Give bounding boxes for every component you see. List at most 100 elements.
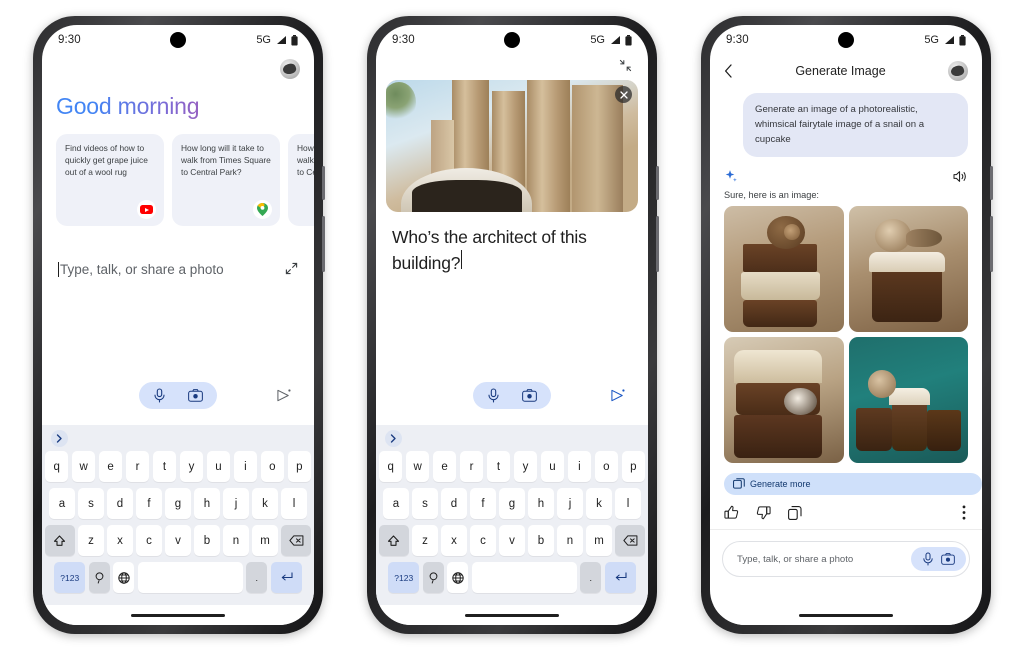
key-j[interactable]: j: [557, 488, 583, 519]
key-d[interactable]: d: [107, 488, 133, 519]
key-d[interactable]: d: [441, 488, 467, 519]
thumbs-up-icon[interactable]: [724, 505, 739, 520]
suggestion-card[interactable]: Find videos of how to quickly get grape …: [56, 134, 164, 226]
key-k[interactable]: k: [586, 488, 612, 519]
key-shift[interactable]: [45, 525, 75, 556]
suggestion-card[interactable]: How long will it take to walk from Times…: [288, 134, 314, 226]
avatar[interactable]: [280, 59, 300, 79]
generate-more-button[interactable]: Generate more: [724, 473, 982, 496]
key-w[interactable]: w: [71, 451, 96, 482]
key-numbers[interactable]: ?123: [388, 562, 420, 593]
key-u[interactable]: u: [540, 451, 565, 482]
key-y[interactable]: y: [513, 451, 538, 482]
key-f[interactable]: f: [470, 488, 496, 519]
key-e[interactable]: e: [432, 451, 457, 482]
key-q[interactable]: q: [378, 451, 403, 482]
expand-icon[interactable]: [285, 262, 298, 275]
key-z[interactable]: z: [78, 525, 104, 556]
speaker-icon[interactable]: [953, 170, 968, 183]
key-m[interactable]: m: [252, 525, 278, 556]
key-s[interactable]: s: [78, 488, 104, 519]
key-enter[interactable]: [270, 562, 302, 593]
key-f[interactable]: f: [136, 488, 162, 519]
key-u[interactable]: u: [206, 451, 231, 482]
copy-icon[interactable]: [788, 505, 802, 520]
key-x[interactable]: x: [441, 525, 467, 556]
attached-photo[interactable]: [386, 80, 638, 212]
key-space[interactable]: [137, 562, 243, 593]
key-l[interactable]: l: [281, 488, 307, 519]
key-b[interactable]: b: [528, 525, 554, 556]
key-b[interactable]: b: [194, 525, 220, 556]
key-s[interactable]: s: [412, 488, 438, 519]
key-c[interactable]: c: [136, 525, 162, 556]
mic-icon[interactable]: [922, 552, 934, 566]
key-numbers[interactable]: ?123: [54, 562, 86, 593]
generated-image[interactable]: [724, 206, 844, 333]
key-n[interactable]: n: [557, 525, 583, 556]
key-backspace[interactable]: [281, 525, 311, 556]
key-j[interactable]: j: [223, 488, 249, 519]
camera-icon[interactable]: [522, 389, 537, 402]
globe-icon[interactable]: [113, 562, 135, 593]
key-q[interactable]: q: [44, 451, 69, 482]
key-c[interactable]: c: [470, 525, 496, 556]
back-icon[interactable]: [724, 64, 733, 78]
key-k[interactable]: k: [252, 488, 278, 519]
collapse-icon[interactable]: [619, 59, 632, 72]
key-r[interactable]: r: [125, 451, 150, 482]
key-a[interactable]: a: [49, 488, 75, 519]
home-indicator[interactable]: [799, 613, 893, 617]
key-a[interactable]: a: [383, 488, 409, 519]
send-icon[interactable]: [276, 388, 292, 403]
key-h[interactable]: h: [528, 488, 554, 519]
key-v[interactable]: v: [165, 525, 191, 556]
key-shift[interactable]: [379, 525, 409, 556]
key-e[interactable]: e: [98, 451, 123, 482]
key-space[interactable]: [471, 562, 577, 593]
chat-input-bar[interactable]: Type, talk, or share a photo: [722, 541, 970, 578]
key-o[interactable]: o: [260, 451, 285, 482]
key-p[interactable]: p: [287, 451, 312, 482]
chevron-right-icon[interactable]: [385, 429, 402, 447]
key-n[interactable]: n: [223, 525, 249, 556]
composer-placeholder-wrap[interactable]: Type, talk, or share a photo: [58, 262, 224, 277]
key-l[interactable]: l: [615, 488, 641, 519]
key-r[interactable]: r: [459, 451, 484, 482]
mic-icon[interactable]: [487, 388, 500, 403]
home-indicator[interactable]: [131, 613, 225, 617]
key-g[interactable]: g: [499, 488, 525, 519]
key-y[interactable]: y: [179, 451, 204, 482]
camera-icon[interactable]: [941, 553, 955, 566]
home-indicator[interactable]: [465, 613, 559, 617]
key-i[interactable]: i: [567, 451, 592, 482]
chevron-right-icon[interactable]: [51, 429, 68, 447]
key-z[interactable]: z: [412, 525, 438, 556]
key-t[interactable]: t: [152, 451, 177, 482]
generated-image[interactable]: [848, 337, 968, 464]
key-period[interactable]: .: [246, 562, 268, 593]
key-x[interactable]: x: [107, 525, 133, 556]
key-g[interactable]: g: [165, 488, 191, 519]
key-i[interactable]: i: [233, 451, 258, 482]
key-h[interactable]: h: [194, 488, 220, 519]
key-m[interactable]: m: [586, 525, 612, 556]
key-backspace[interactable]: [615, 525, 645, 556]
close-icon[interactable]: [615, 86, 632, 103]
globe-icon[interactable]: [447, 562, 469, 593]
suggestion-card[interactable]: How long will it take to walk from Times…: [172, 134, 280, 226]
key-period[interactable]: .: [580, 562, 602, 593]
more-options-icon[interactable]: [962, 505, 966, 520]
key-v[interactable]: v: [499, 525, 525, 556]
key-p[interactable]: p: [621, 451, 646, 482]
typed-query[interactable]: Who’s the architect of this building?: [392, 218, 632, 276]
avatar[interactable]: [948, 61, 968, 81]
emoji-icon[interactable]: [422, 562, 444, 593]
generated-image[interactable]: [724, 337, 844, 464]
camera-icon[interactable]: [188, 389, 203, 402]
thumbs-down-icon[interactable]: [756, 505, 771, 520]
key-w[interactable]: w: [405, 451, 430, 482]
key-t[interactable]: t: [486, 451, 511, 482]
key-enter[interactable]: [604, 562, 636, 593]
key-o[interactable]: o: [594, 451, 619, 482]
